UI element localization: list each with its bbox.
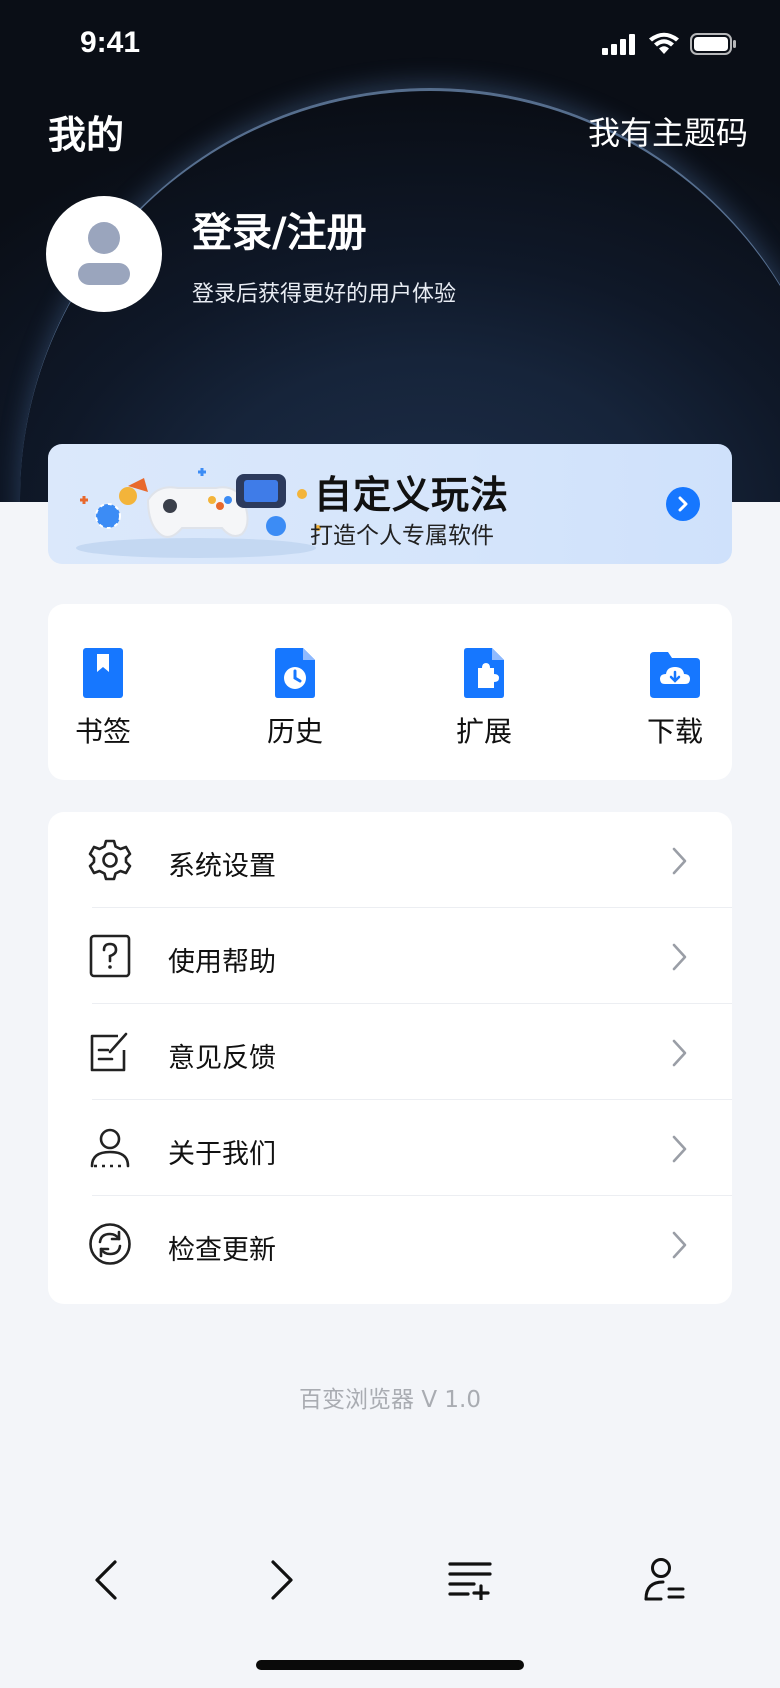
tabs-menu-icon (448, 1562, 492, 1600)
chevron-right-icon (672, 1231, 687, 1259)
menu-item-check-update[interactable]: 检查更新 (48, 1196, 732, 1292)
status-time: 9:41 (80, 26, 141, 59)
quick-action-history[interactable]: 历史 (240, 644, 350, 750)
menu-label: 意见反馈 (168, 1043, 276, 1074)
signal-icon (602, 34, 635, 55)
menu-label: 检查更新 (168, 1235, 276, 1266)
home-indicator (256, 1660, 524, 1670)
menu-label: 系统设置 (168, 851, 276, 882)
app-version: 百变浏览器 V 1.0 (299, 1387, 481, 1413)
extension-icon (464, 648, 504, 698)
custom-play-banner[interactable]: 自定义玩法 打造个人专属软件 (48, 444, 732, 564)
game-controller-illustration (76, 468, 321, 558)
quick-action-label: 历史 (266, 715, 323, 748)
avatar[interactable] (46, 196, 162, 312)
menu-item-help[interactable]: 使用帮助 (48, 908, 732, 1004)
login-register-label[interactable]: 登录/注册 (192, 200, 456, 258)
forward-icon (271, 1560, 293, 1600)
profile-button[interactable] (634, 1550, 694, 1610)
download-icon (650, 652, 700, 698)
page-title: 我的 (48, 113, 125, 157)
profile-icon (644, 1558, 685, 1601)
status-icons (602, 32, 738, 56)
banner-arrow-button[interactable] (666, 487, 700, 521)
back-icon (95, 1560, 117, 1600)
person-icon (78, 222, 130, 285)
menu-label: 使用帮助 (168, 947, 276, 978)
quick-action-extension[interactable]: 扩展 (429, 644, 539, 750)
quick-actions-card: 书签 历史 扩展 下载 (48, 604, 732, 780)
bottom-nav (0, 1540, 780, 1620)
quick-action-label: 书签 (74, 715, 131, 748)
theme-code-button[interactable]: 我有主题码 (588, 108, 748, 154)
settings-menu: 系统设置 使用帮助 意见反馈 关于我们 检查更新 (48, 812, 732, 1304)
chevron-right-icon (672, 1135, 687, 1163)
refresh-icon (89, 1223, 131, 1265)
menu-label: 关于我们 (168, 1139, 276, 1170)
chevron-right-icon (678, 496, 688, 512)
menu-item-feedback[interactable]: 意见反馈 (48, 1004, 732, 1100)
chevron-right-icon (672, 943, 687, 971)
login-subtitle: 登录后获得更好的用户体验 (192, 282, 457, 307)
quick-action-label: 扩展 (455, 715, 512, 748)
help-icon (89, 934, 131, 978)
menu-item-about-us[interactable]: 关于我们 (48, 1100, 732, 1196)
quick-action-bookmark[interactable]: 书签 (48, 644, 158, 750)
back-button[interactable] (76, 1550, 136, 1610)
banner-title: 自定义玩法 (314, 473, 510, 517)
wifi-icon (649, 32, 679, 54)
forward-button[interactable] (252, 1550, 312, 1610)
tabs-menu-button[interactable] (440, 1550, 500, 1610)
user-icon (90, 1128, 130, 1168)
gear-icon (88, 839, 132, 881)
status-bar: 9:41 (0, 0, 780, 92)
history-icon (275, 648, 315, 698)
bookmark-icon (83, 648, 123, 698)
quick-action-label: 下载 (646, 715, 703, 748)
chevron-right-icon (672, 847, 687, 875)
feedback-icon (90, 1032, 128, 1072)
profile-login[interactable]: 登录/注册 登录后获得更好的用户体验 (46, 196, 456, 312)
quick-action-download[interactable]: 下载 (618, 644, 732, 750)
chevron-right-icon (672, 1039, 687, 1067)
banner-subtitle: 打造个人专属软件 (310, 523, 494, 549)
menu-item-system-settings[interactable]: 系统设置 (48, 812, 732, 908)
battery-icon (690, 33, 736, 55)
